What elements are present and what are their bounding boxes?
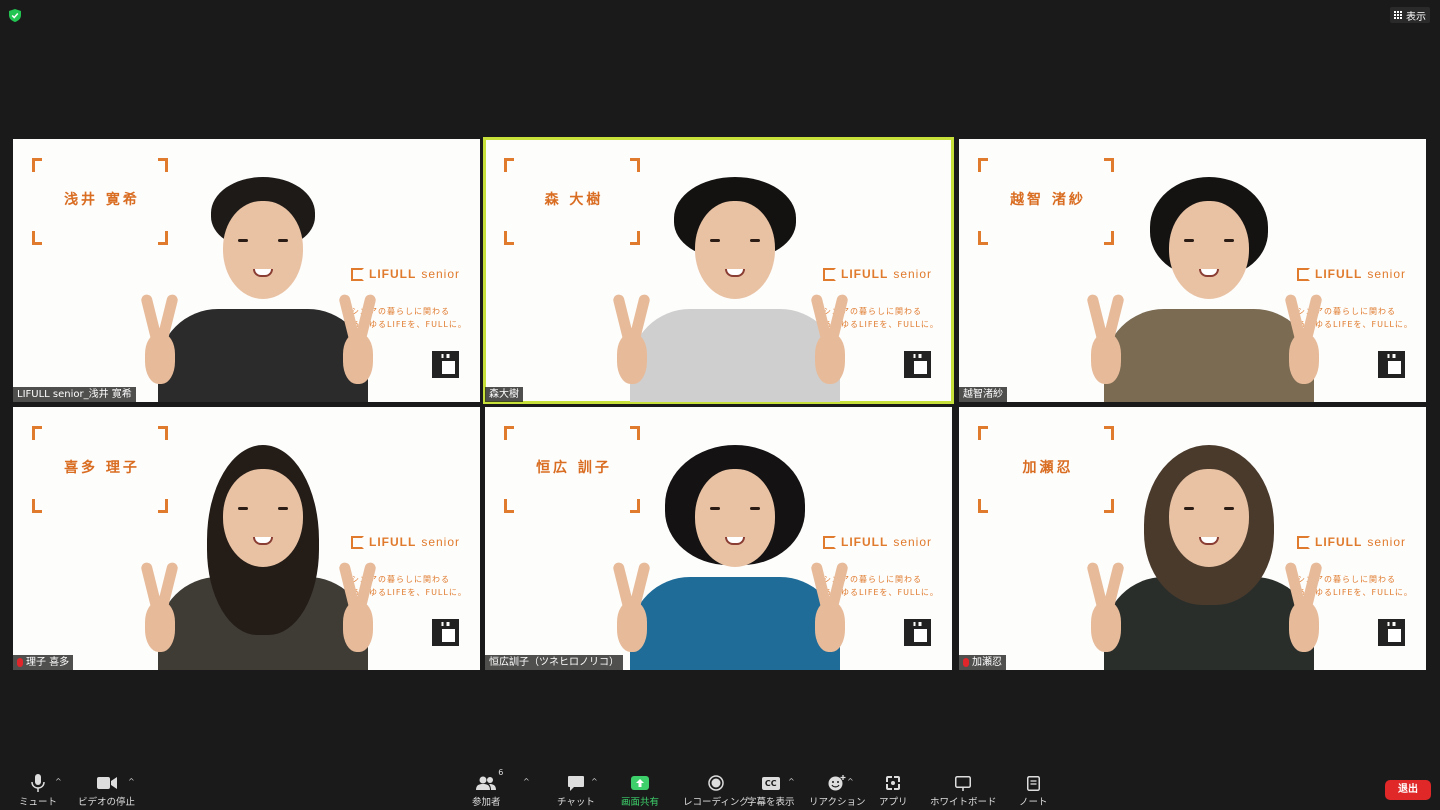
mute-label: ミュート	[19, 797, 58, 808]
participant-person	[959, 139, 1426, 402]
participant-name: 加瀬忍	[972, 657, 1002, 668]
muted-microphone-icon	[963, 658, 969, 667]
record-icon	[708, 775, 724, 791]
whiteboard-button[interactable]: ホワイトボード	[930, 772, 997, 808]
apps-icon	[886, 776, 901, 790]
view-label: 表示	[1406, 11, 1426, 23]
participant-person	[959, 407, 1426, 670]
participant-video-tile[interactable]: 恒広 訓子 LIFULL senior シニアの暮らしに関わる あらゆるLIFE…	[485, 407, 952, 670]
participant-video-tile[interactable]: 越智 渚紗 LIFULL senior シニアの暮らしに関わる あらゆるLIFE…	[959, 139, 1426, 402]
participant-name: 理子 喜多	[26, 657, 70, 668]
closed-captions-icon: CC	[761, 776, 780, 790]
share-screen-label: 画面共有	[621, 797, 660, 808]
participants-icon	[476, 776, 497, 790]
reactions-options-caret[interactable]: ^	[847, 777, 855, 786]
notes-button[interactable]: ノート	[1019, 772, 1048, 808]
stop-video-label: ビデオの停止	[78, 797, 136, 808]
captions-options-caret[interactable]: ^	[788, 777, 796, 786]
participant-video-tile[interactable]: 浅井 寛希 LIFULL senior シニアの暮らしに関わる あらゆるLIFE…	[13, 139, 480, 402]
participant-name-label: 加瀬忍	[959, 655, 1006, 670]
participant-person	[13, 407, 480, 670]
stop-video-button[interactable]: ビデオの停止	[78, 772, 135, 808]
encryption-shield-icon[interactable]	[9, 9, 21, 22]
participant-name: 森大樹	[489, 389, 519, 400]
mute-button[interactable]: ミュート	[19, 772, 57, 808]
reactions-button[interactable]: リアクション	[809, 772, 866, 808]
view-button[interactable]: 表示	[1390, 7, 1430, 23]
participant-person	[485, 139, 952, 402]
participant-name: 恒広訓子（ツネヒロノリコ）	[489, 657, 619, 668]
participants-options-caret[interactable]: ^	[523, 777, 531, 786]
share-screen-button[interactable]: 画面共有	[621, 772, 659, 808]
whiteboard-label: ホワイトボード	[930, 797, 997, 808]
meeting-toolbar: ミュート ^ ビデオの停止 ^ 6 参加者 ^ チャット ^ 画面共有 レコーデ…	[0, 764, 1440, 810]
top-bar: 表示	[0, 0, 1440, 30]
video-options-caret[interactable]: ^	[128, 777, 136, 786]
record-button[interactable]: レコーディング	[683, 772, 749, 808]
participants-button[interactable]: 6 参加者	[472, 768, 503, 808]
participant-person	[13, 139, 480, 402]
record-label: レコーディング	[683, 797, 749, 808]
whiteboard-icon	[955, 775, 972, 791]
participant-video-tile[interactable]: 森 大樹 LIFULL senior シニアの暮らしに関わる あらゆるLIFEを…	[483, 137, 954, 404]
participant-video-tile[interactable]: 加瀬忍 LIFULL senior シニアの暮らしに関わる あらゆるLIFEを、…	[959, 407, 1426, 670]
notes-icon	[1026, 775, 1040, 791]
participant-name-label: 越智渚紗	[959, 387, 1007, 402]
microphone-icon	[31, 774, 45, 792]
participants-label: 参加者	[472, 797, 501, 808]
video-camera-icon	[96, 777, 117, 789]
muted-microphone-icon	[17, 658, 23, 667]
leave-meeting-button[interactable]: 退出	[1385, 780, 1431, 800]
chat-label: チャット	[557, 797, 595, 808]
grid-icon	[1394, 11, 1402, 19]
participants-count: 6	[498, 768, 504, 777]
participant-name-label: 恒広訓子（ツネヒロノリコ）	[485, 655, 623, 670]
notes-label: ノート	[1019, 797, 1048, 808]
participant-name: LIFULL senior_浅井 寛希	[17, 389, 132, 400]
participant-name-label: 理子 喜多	[13, 655, 74, 670]
participant-video-tile[interactable]: 喜多 理子 LIFULL senior シニアの暮らしに関わる あらゆるLIFE…	[13, 407, 480, 670]
chat-button[interactable]: チャット	[557, 772, 595, 808]
captions-label: 字幕を表示	[747, 797, 795, 808]
chat-icon	[567, 775, 584, 791]
participant-name-label: LIFULL senior_浅井 寛希	[13, 387, 136, 402]
participant-name: 越智渚紗	[963, 389, 1003, 400]
reactions-label: リアクション	[809, 797, 866, 808]
participant-person	[485, 407, 952, 670]
share-screen-icon	[631, 776, 649, 790]
apps-label: アプリ	[879, 797, 908, 808]
apps-button[interactable]: アプリ	[879, 772, 908, 808]
chat-options-caret[interactable]: ^	[591, 777, 599, 786]
smiley-plus-icon	[828, 775, 846, 791]
mute-options-caret[interactable]: ^	[55, 777, 63, 786]
participant-name-label: 森大樹	[485, 387, 523, 402]
